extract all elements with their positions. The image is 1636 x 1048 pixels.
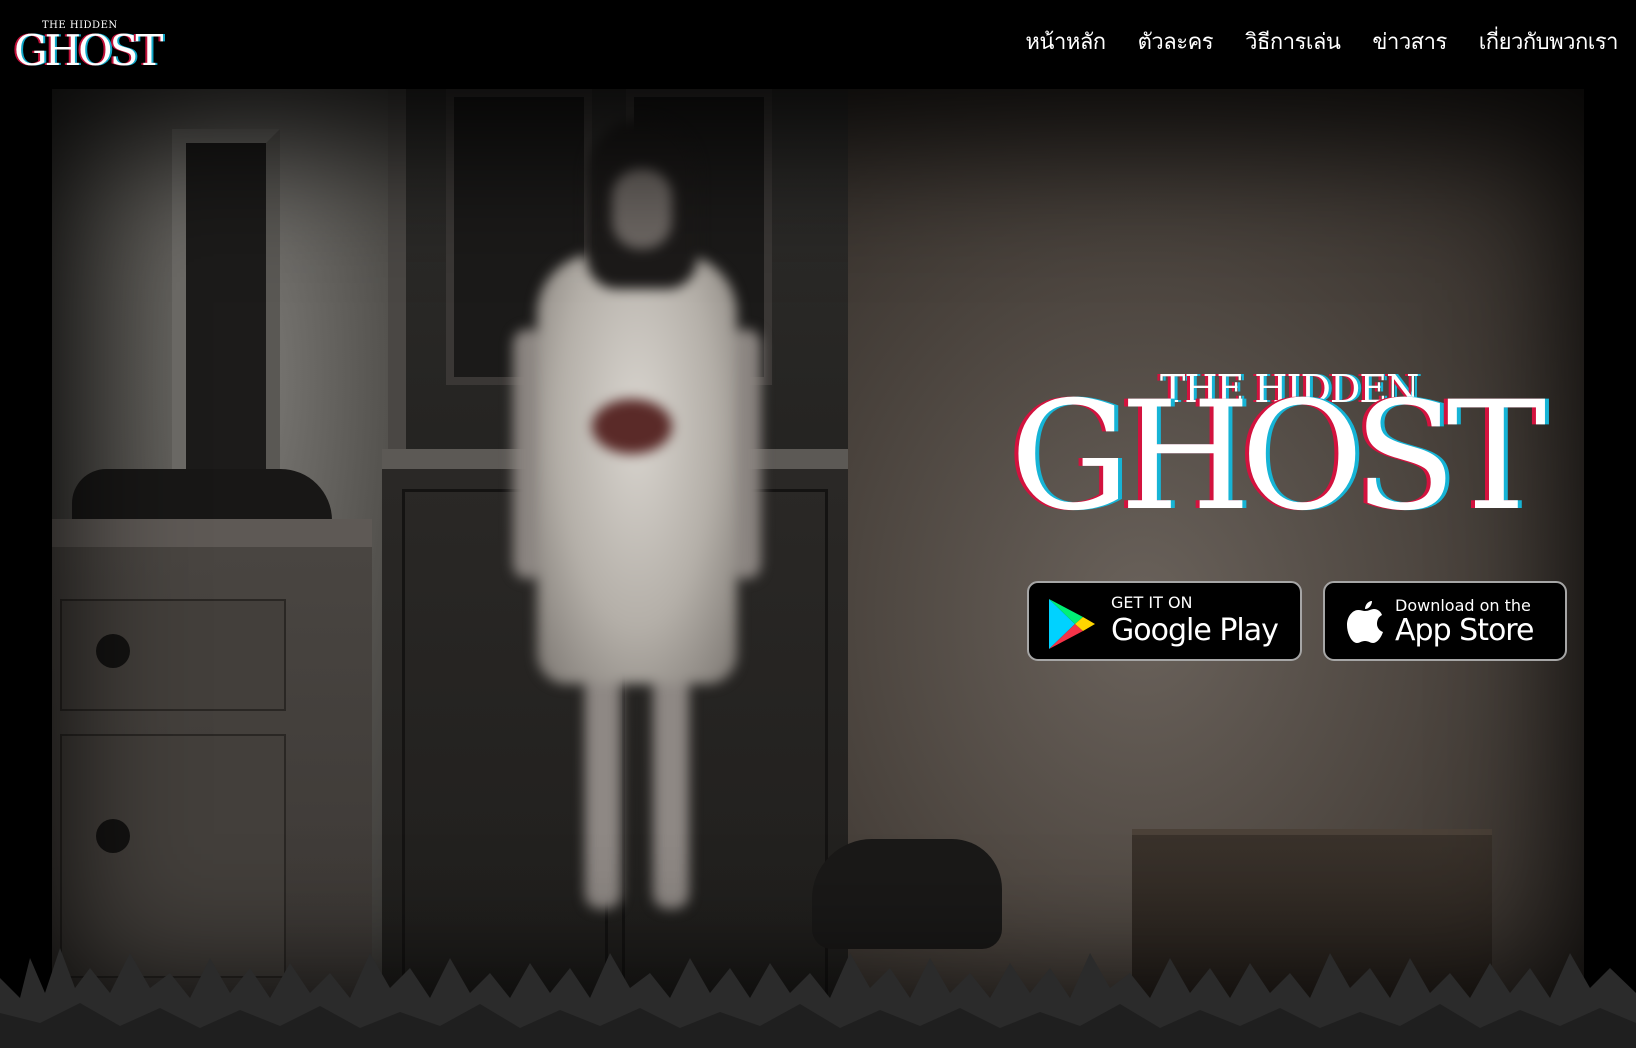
game-title-wordmark: GHOST <box>1010 370 1546 544</box>
hero-background-image <box>52 89 1584 1048</box>
google-play-icon <box>1049 599 1095 649</box>
google-play-button[interactable]: GET IT ON Google Play <box>1027 581 1302 661</box>
main-menu: หน้าหลัก ตัวละคร วิธีการเล่น ข่าวสาร เกี… <box>1025 24 1618 59</box>
nav-item-how-to-play[interactable]: วิธีการเล่น <box>1245 30 1341 55</box>
google-play-big-text: Google Play <box>1111 613 1279 648</box>
nav-item-characters[interactable]: ตัวละคร <box>1138 30 1214 55</box>
nav-item-news[interactable]: ข่าวสาร <box>1372 30 1447 55</box>
google-play-small-text: GET IT ON <box>1111 593 1193 612</box>
page: THE HIDDEN GHOST หน้าหลัก ตัวละคร วิธีกา… <box>0 0 1636 1048</box>
top-navigation-bar: THE HIDDEN GHOST หน้าหลัก ตัวละคร วิธีกา… <box>0 0 1636 89</box>
logo-wordmark: GHOST <box>14 26 163 75</box>
site-logo[interactable]: THE HIDDEN GHOST <box>14 16 163 75</box>
ghost-figure <box>507 109 767 919</box>
grass-silhouette <box>0 948 1636 1048</box>
apple-icon <box>1347 601 1383 643</box>
game-title-logo: THE HIDDEN GHOST <box>1010 359 1580 559</box>
hero-banner: THE HIDDEN GHOST GET IT ON Google Play D… <box>0 89 1636 1048</box>
app-store-button[interactable]: Download on the App Store <box>1323 581 1567 661</box>
nav-item-home[interactable]: หน้าหลัก <box>1025 30 1106 55</box>
nav-item-about-us[interactable]: เกี่ยวกับพวกเรา <box>1479 30 1619 55</box>
app-store-big-text: App Store <box>1395 613 1534 648</box>
